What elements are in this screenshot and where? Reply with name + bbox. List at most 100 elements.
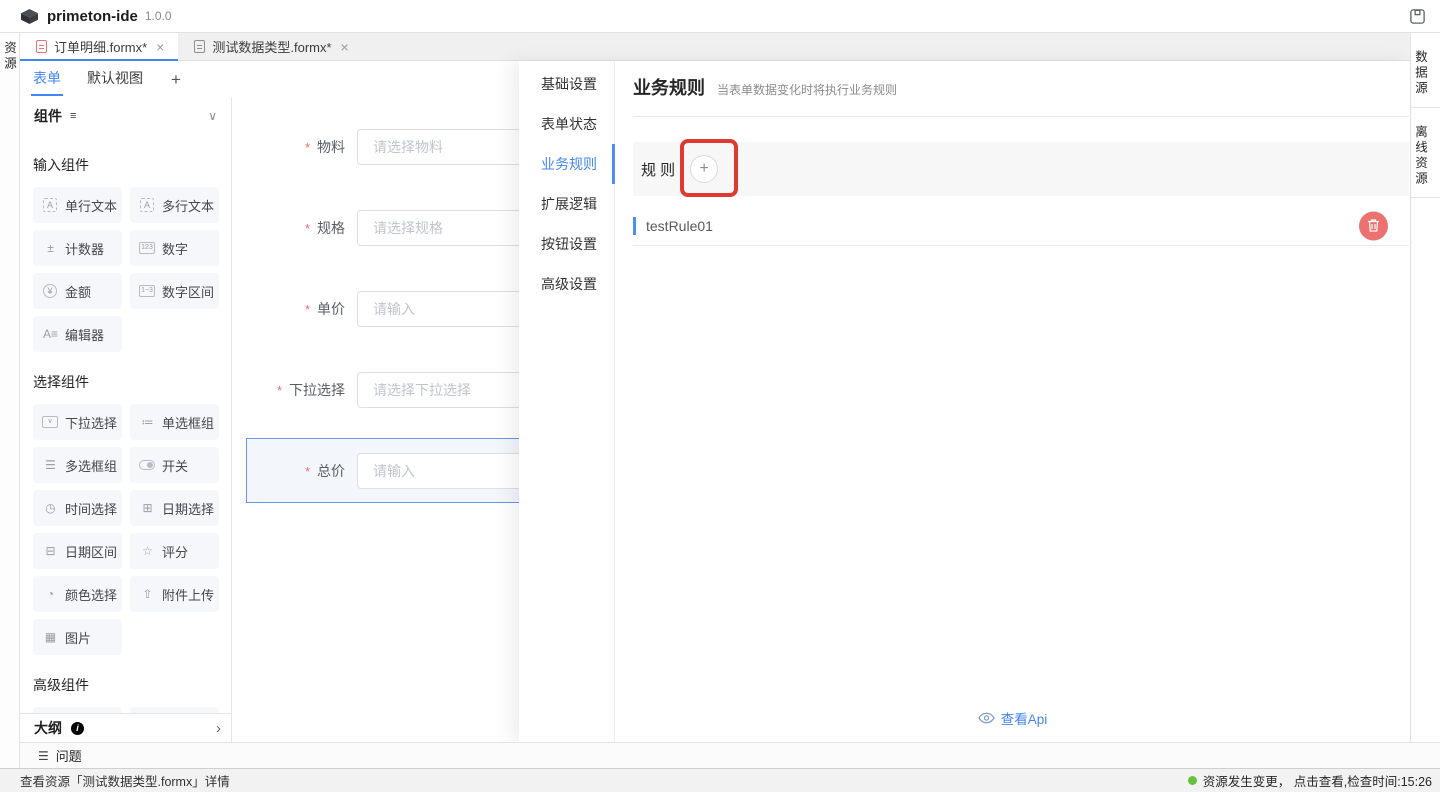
radio-group-icon: ≔ bbox=[139, 416, 156, 428]
rule-name: testRule01 bbox=[646, 218, 713, 234]
status-right-group[interactable]: 资源发生变更， 点击查看,检查时间:15:26 bbox=[1188, 771, 1432, 790]
settings-menu: 基础设置表单状态业务规则扩展逻辑按钮设置高级设置 bbox=[519, 61, 615, 742]
component-item-label: 数字 bbox=[162, 239, 188, 258]
settings-menu-item[interactable]: 按钮设置 bbox=[519, 224, 614, 264]
divider bbox=[633, 116, 1409, 117]
view-api-link[interactable]: 查看Api bbox=[615, 708, 1410, 728]
required-asterisk: * bbox=[277, 383, 282, 398]
editor-icon: A≡ bbox=[42, 328, 59, 340]
component-item[interactable]: ◷时间选择 bbox=[33, 490, 122, 526]
outline-label: 大纲 bbox=[34, 718, 62, 738]
form-field-label: * 下拉选择 bbox=[232, 380, 345, 400]
rule-accent-bar bbox=[633, 217, 636, 235]
list-icon: ☰ bbox=[38, 749, 49, 763]
close-icon[interactable]: × bbox=[341, 40, 349, 54]
status-bar: 查看资源「测试数据类型.formx」详情 资源发生变更， 点击查看,检查时间:1… bbox=[0, 768, 1440, 792]
component-item[interactable]: ≔ 单选框组 bbox=[130, 404, 219, 440]
input-placeholder: 请输入 bbox=[373, 461, 415, 481]
chevron-down-icon[interactable]: ∨ bbox=[208, 109, 217, 123]
component-item-label: 多选框组 bbox=[65, 456, 117, 475]
component-item-label: 颜色选择 bbox=[65, 585, 117, 604]
status-left-text[interactable]: 查看资源「测试数据类型.formx」详情 bbox=[20, 771, 230, 790]
component-item[interactable]: ±计数器 bbox=[33, 230, 122, 266]
component-item[interactable]: ¥金额 bbox=[33, 273, 122, 309]
component-item-label: 单选框组 bbox=[162, 413, 214, 432]
component-item[interactable]: A多行文本 bbox=[130, 187, 219, 223]
switch-icon bbox=[139, 460, 155, 470]
rule-row[interactable]: testRule01 bbox=[633, 206, 1409, 246]
component-item[interactable]: ∨下拉选择 bbox=[33, 404, 122, 440]
component-item[interactable]: 1~3数字区间 bbox=[130, 273, 219, 309]
component-item-label: 附件上传 bbox=[162, 585, 214, 604]
component-item[interactable]: A≡ 编辑器 bbox=[33, 316, 122, 352]
counter-icon: ± bbox=[42, 242, 59, 254]
right-strip-item-label[interactable]: 数据源 bbox=[1411, 50, 1440, 97]
settings-menu-item[interactable]: 基础设置 bbox=[519, 64, 614, 104]
file-tab[interactable]: 测试数据类型.formx* × bbox=[178, 33, 362, 60]
add-view-button[interactable]: + bbox=[171, 71, 181, 88]
component-item-label: 评分 bbox=[162, 542, 188, 561]
add-rule-button[interactable]: + bbox=[690, 155, 718, 183]
close-icon[interactable]: × bbox=[156, 40, 164, 54]
app-logo-icon bbox=[20, 8, 39, 25]
component-item-label: 编辑器 bbox=[65, 325, 104, 344]
problems-bar[interactable]: ☰ 问题 bbox=[20, 742, 1440, 768]
time-picker-icon: ◷ bbox=[42, 502, 59, 514]
component-item-label: 金额 bbox=[65, 282, 91, 301]
input-placeholder: 请选择下拉选择 bbox=[373, 380, 471, 400]
right-strip-item-label[interactable]: 离线资源 bbox=[1411, 125, 1440, 187]
view-tab[interactable]: 表单 bbox=[33, 61, 61, 97]
component-group-title: 选择组件 bbox=[20, 372, 231, 392]
file-tab-label: 测试数据类型.formx* bbox=[212, 37, 331, 56]
file-tab[interactable]: 订单明细.formx* × bbox=[20, 33, 178, 60]
form-field-label: * 规格 bbox=[232, 218, 345, 238]
right-strip-item[interactable]: 数据源 bbox=[1411, 33, 1440, 108]
component-panel-title: 组件 bbox=[34, 106, 62, 126]
trash-icon bbox=[1367, 219, 1380, 233]
settings-menu-item[interactable]: 业务规则 bbox=[519, 144, 614, 184]
eye-icon bbox=[978, 712, 995, 724]
view-api-label[interactable]: 查看Api bbox=[1001, 708, 1048, 728]
component-item[interactable]: ⊞日期选择 bbox=[130, 490, 219, 526]
component-item[interactable]: ◔颜色选择 bbox=[33, 576, 122, 612]
resource-strip-label[interactable]: 资源 bbox=[0, 41, 19, 72]
info-icon: i bbox=[71, 722, 84, 735]
right-strip-item[interactable]: 离线资源 bbox=[1411, 108, 1440, 198]
input-placeholder: 请选择规格 bbox=[373, 218, 443, 238]
component-item[interactable]: 开关 bbox=[130, 447, 219, 483]
left-resource-strip[interactable]: 资源 bbox=[0, 33, 20, 768]
checkbox-group-icon: ☰ bbox=[42, 459, 59, 471]
rating-icon: ☆ bbox=[139, 545, 156, 557]
component-item[interactable]: ⇧附件上传 bbox=[130, 576, 219, 612]
component-item[interactable]: ☆ 评分 bbox=[130, 533, 219, 569]
delete-rule-button[interactable] bbox=[1359, 211, 1388, 240]
view-tab[interactable]: 默认视图 bbox=[87, 61, 143, 97]
settings-menu-item[interactable]: 高级设置 bbox=[519, 264, 614, 304]
component-item[interactable]: ☰ 多选框组 bbox=[33, 447, 122, 483]
required-asterisk: * bbox=[305, 464, 310, 479]
image-icon: ▦ bbox=[42, 631, 59, 643]
app-title: primeton-ide bbox=[47, 8, 138, 25]
component-item-label: 数字区间 bbox=[162, 282, 214, 301]
form-field-label: * 单价 bbox=[232, 299, 345, 319]
outline-bar[interactable]: 大纲 i › bbox=[20, 713, 232, 742]
save-icon[interactable] bbox=[1409, 8, 1426, 25]
component-item[interactable]: 123数字 bbox=[130, 230, 219, 266]
problems-label: 问题 bbox=[56, 746, 82, 765]
required-asterisk: * bbox=[305, 140, 310, 155]
required-asterisk: * bbox=[305, 221, 310, 236]
chevron-right-icon[interactable]: › bbox=[216, 720, 221, 737]
document-icon bbox=[194, 40, 205, 53]
input-placeholder: 请选择物料 bbox=[373, 137, 443, 157]
settings-menu-item[interactable]: 扩展逻辑 bbox=[519, 184, 614, 224]
status-right-text[interactable]: 资源发生变更， 点击查看,检查时间:15:26 bbox=[1203, 771, 1432, 790]
component-item[interactable]: ⊟日期区间 bbox=[33, 533, 122, 569]
panel-title: 业务规则 bbox=[633, 74, 705, 100]
file-tab-label: 订单明细.formx* bbox=[54, 37, 147, 56]
settings-menu-item[interactable]: 表单状态 bbox=[519, 104, 614, 144]
form-field-label: * 物料 bbox=[232, 137, 345, 157]
component-item[interactable]: A单行文本 bbox=[33, 187, 122, 223]
component-item[interactable]: ▦图片 bbox=[33, 619, 122, 655]
component-group-title: 输入组件 bbox=[20, 155, 231, 175]
component-group-title: 高级组件 bbox=[20, 675, 231, 695]
